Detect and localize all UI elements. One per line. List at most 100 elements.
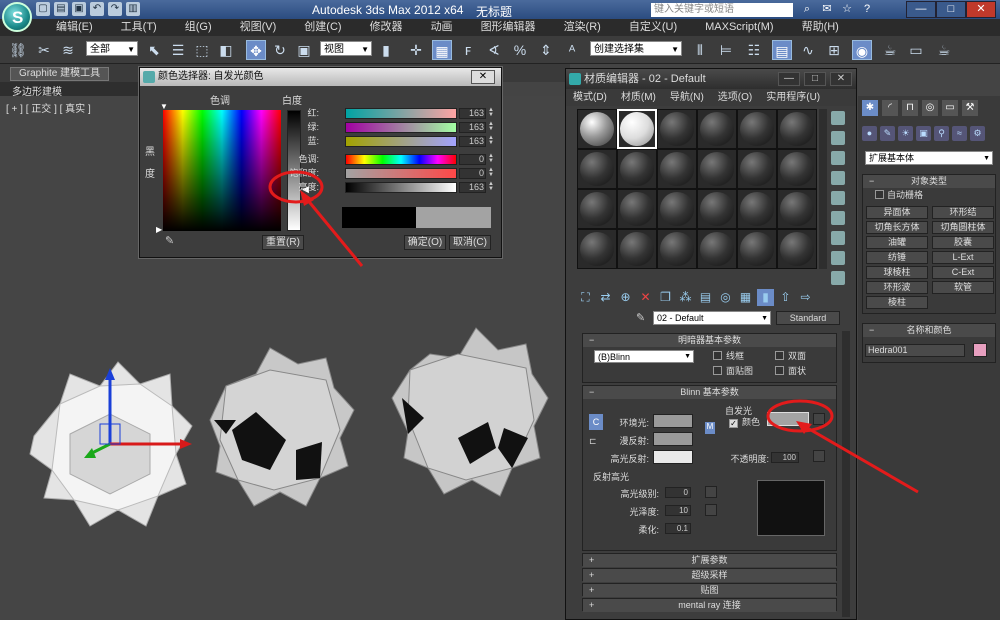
- sample-slot[interactable]: [737, 189, 777, 229]
- show-map-icon[interactable]: ▦: [737, 289, 754, 306]
- hose-button[interactable]: 软管: [932, 281, 994, 294]
- menu-material[interactable]: 材质(M): [614, 89, 663, 106]
- prism-button[interactable]: 棱柱: [866, 296, 928, 309]
- video-color-check-icon[interactable]: [831, 191, 845, 205]
- utilities-tab-icon[interactable]: ⚒: [962, 100, 978, 116]
- sample-slot[interactable]: [577, 109, 617, 149]
- material-name-select[interactable]: 02 - Default: [653, 311, 771, 325]
- subscription-icon[interactable]: ✉: [820, 2, 834, 16]
- rotate-icon[interactable]: ↻: [270, 40, 290, 60]
- close-button[interactable]: ✕: [830, 72, 852, 86]
- sample-slot[interactable]: [697, 189, 737, 229]
- sample-type-icon[interactable]: [831, 111, 845, 125]
- sample-slot[interactable]: [577, 189, 617, 229]
- geometry-type-select[interactable]: 扩展基本体: [865, 151, 993, 165]
- hue-slider[interactable]: [345, 154, 457, 165]
- cameras-icon[interactable]: ▣: [916, 126, 931, 141]
- show-end-result-icon[interactable]: ▮: [757, 289, 774, 306]
- lights-icon[interactable]: ☀: [898, 126, 913, 141]
- star-icon[interactable]: ☆: [840, 2, 854, 16]
- saturation-value[interactable]: 0: [459, 168, 486, 179]
- assign-to-selection-icon[interactable]: ⊕: [617, 289, 634, 306]
- red-value[interactable]: 163: [459, 108, 486, 119]
- sample-slot[interactable]: [657, 109, 697, 149]
- angle-snap-icon[interactable]: ∢: [484, 40, 504, 60]
- blinn-rollout-header[interactable]: − Blinn 基本参数: [583, 386, 836, 399]
- open-icon[interactable]: ▤: [54, 2, 68, 16]
- menu-navigation[interactable]: 导航(N): [663, 89, 711, 106]
- selection-filter-select[interactable]: 全部: [86, 41, 138, 57]
- modify-tab-icon[interactable]: ◜: [882, 100, 898, 116]
- menu-create[interactable]: 创建(C): [290, 19, 355, 36]
- mirror-icon[interactable]: ⫴: [690, 40, 710, 60]
- display-tab-icon[interactable]: ▭: [942, 100, 958, 116]
- project-icon[interactable]: ▥: [126, 2, 140, 16]
- two-sided-checkbox[interactable]: 双面: [775, 351, 806, 362]
- saturation-slider[interactable]: [345, 168, 457, 179]
- menu-customize[interactable]: 自定义(U): [615, 19, 691, 36]
- menu-tools[interactable]: 工具(T): [107, 19, 171, 36]
- create-tab-icon[interactable]: ✱: [862, 100, 878, 116]
- wire-checkbox[interactable]: 线框: [713, 351, 744, 362]
- minimize-button[interactable]: —: [906, 1, 936, 18]
- object-type-header[interactable]: − 对象类型: [863, 175, 995, 188]
- curve-editor-icon[interactable]: ∿: [798, 40, 818, 60]
- go-forward-icon[interactable]: ⇨: [797, 289, 814, 306]
- schematic-view-icon[interactable]: ⊞: [824, 40, 844, 60]
- opacity-map-button[interactable]: [813, 450, 825, 462]
- red-spinner[interactable]: ▲ ▼: [488, 107, 494, 119]
- gengon-button[interactable]: 球棱柱: [866, 266, 928, 279]
- spinner-snap-icon[interactable]: ⇕: [536, 40, 556, 60]
- self-illum-color-swatch[interactable]: [767, 412, 809, 426]
- systems-icon[interactable]: ⚙: [970, 126, 985, 141]
- new-icon[interactable]: ▢: [36, 2, 50, 16]
- select-by-material-icon[interactable]: [831, 251, 845, 265]
- sample-slot[interactable]: [617, 149, 657, 189]
- polygon-modeling-label[interactable]: 多边形建模: [12, 83, 62, 98]
- shapes-icon[interactable]: ✎: [880, 126, 895, 141]
- ok-button[interactable]: 确定(O): [404, 235, 446, 250]
- search-input[interactable]: 键入关键字或短语: [651, 3, 793, 17]
- blue-value[interactable]: 163: [459, 136, 486, 147]
- undo-icon[interactable]: ↶: [90, 2, 104, 16]
- sample-slot[interactable]: [777, 109, 817, 149]
- shader-rollout-header[interactable]: − 明暗器基本参数: [583, 334, 836, 347]
- object-name-input[interactable]: Hedra001: [865, 344, 965, 357]
- sample-slot[interactable]: [577, 229, 617, 269]
- torus-knot-button[interactable]: 环形结: [932, 206, 994, 219]
- graphite-tab[interactable]: Graphite 建模工具: [10, 67, 110, 81]
- sample-slot[interactable]: [657, 189, 697, 229]
- hue-blackness-field[interactable]: [163, 110, 281, 231]
- self-illum-map-button[interactable]: [813, 413, 825, 425]
- mental-ray-rollout[interactable]: + mental ray 连接: [582, 598, 837, 612]
- scale-icon[interactable]: ▣: [294, 40, 314, 60]
- search-icon[interactable]: ⌕: [800, 2, 814, 16]
- sample-slot[interactable]: [777, 229, 817, 269]
- menu-maxscript[interactable]: MAXScript(M): [691, 19, 787, 36]
- hierarchy-tab-icon[interactable]: ⊓: [902, 100, 918, 116]
- glossiness-value[interactable]: 10: [665, 505, 691, 516]
- spindle-button[interactable]: 纺锤: [866, 251, 928, 264]
- spec-level-map-button[interactable]: [705, 486, 717, 498]
- render-setup-icon[interactable]: ☕: [880, 40, 900, 60]
- sample-slot[interactable]: [697, 109, 737, 149]
- motion-tab-icon[interactable]: ◎: [922, 100, 938, 116]
- close-button[interactable]: ✕: [966, 1, 996, 18]
- material-type-button[interactable]: Standard: [776, 311, 840, 325]
- material-navigator-icon[interactable]: [831, 271, 845, 285]
- material-editor-icon[interactable]: ◉: [852, 40, 872, 60]
- put-to-library-icon[interactable]: ▤: [697, 289, 714, 306]
- sample-slot[interactable]: [777, 149, 817, 189]
- blue-slider[interactable]: [345, 136, 457, 147]
- align-icon[interactable]: ⊨: [716, 40, 736, 60]
- ringwave-button[interactable]: 环形波: [866, 281, 928, 294]
- geometry-icon[interactable]: ●: [862, 126, 877, 141]
- soften-value[interactable]: 0.1: [665, 523, 691, 534]
- menu-animation[interactable]: 动画: [417, 19, 467, 36]
- glossiness-map-button[interactable]: [705, 504, 717, 516]
- chamfer-box-button[interactable]: 切角长方体: [866, 221, 928, 234]
- hedra-button[interactable]: 异面体: [866, 206, 928, 219]
- rect-selection-icon[interactable]: ⬚: [192, 40, 212, 60]
- hedra-object-2[interactable]: [209, 347, 355, 507]
- oil-tank-button[interactable]: 油罐: [866, 236, 928, 249]
